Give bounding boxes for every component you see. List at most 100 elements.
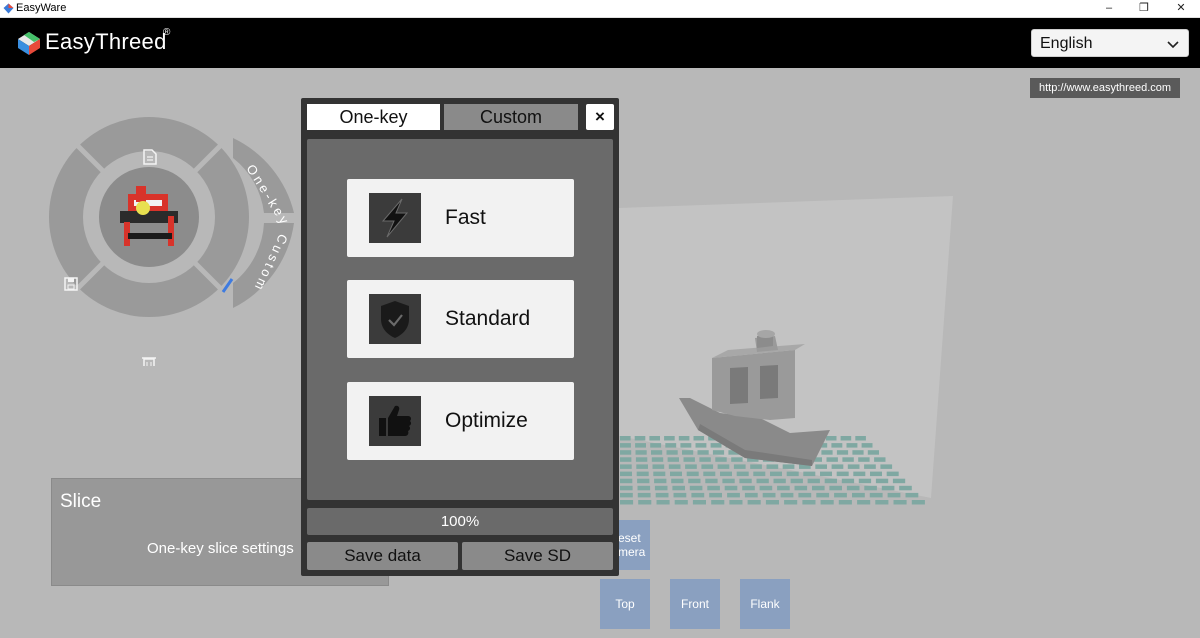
grid-tile [701, 464, 714, 469]
minimize-button[interactable]: – [1091, 0, 1127, 18]
front-view-button[interactable]: Front [670, 579, 720, 629]
grid-tile [620, 471, 632, 477]
grid-tile [651, 457, 664, 462]
grid-tile [736, 471, 749, 477]
shield-check-icon [369, 294, 421, 344]
trash-icon[interactable] [142, 357, 156, 366]
language-select[interactable]: English [1031, 29, 1189, 57]
grid-tile [861, 443, 873, 448]
grid-tile [846, 485, 860, 491]
grid-tile [656, 500, 670, 505]
grid-tile [683, 457, 695, 462]
reset-camera-label-1: eset [618, 531, 641, 545]
brand-name: EasyThreed [45, 29, 167, 54]
website-url-badge[interactable]: http://www.easythreed.com [1030, 78, 1180, 98]
radial-tabs: One-key Custom [233, 138, 294, 308]
grid-tile [881, 485, 895, 491]
grid-tile [674, 500, 688, 505]
language-select-value: English [1040, 35, 1093, 52]
app-icon [3, 3, 14, 14]
grid-tile [831, 443, 843, 448]
grid-tile [846, 443, 858, 448]
grid-tile [777, 485, 790, 491]
grid-tile [824, 478, 837, 484]
grid-tile [620, 457, 632, 462]
grid-tile [637, 478, 650, 484]
grid-tile [653, 471, 666, 477]
grid-tile [693, 436, 705, 441]
grid-tile [707, 485, 720, 491]
grid-tile [670, 471, 682, 477]
save-sd-button[interactable]: Save SD [462, 542, 613, 570]
grid-tile [841, 478, 855, 484]
grid-tile [820, 471, 832, 477]
restore-button[interactable]: ❐ [1126, 0, 1162, 18]
grid-tile [744, 492, 758, 498]
grid-tile [821, 450, 833, 455]
grid-tile [826, 457, 838, 462]
grid-tile [770, 471, 782, 477]
standard-mode-button[interactable]: Standard [347, 280, 574, 358]
grid-tile [852, 492, 865, 498]
grid-tile [697, 450, 709, 455]
fast-mode-button[interactable]: Fast [347, 179, 574, 257]
grid-tile [731, 457, 743, 462]
grid-tile [855, 436, 866, 441]
grid-tile [722, 478, 735, 484]
grid-tile [790, 478, 803, 484]
grid-tile [720, 471, 732, 477]
grid-tile [651, 450, 663, 455]
grid-tile [766, 464, 779, 469]
flank-view-button[interactable]: Flank [740, 579, 790, 629]
grid-tile [620, 492, 633, 498]
grid-tile [893, 500, 907, 505]
grid-tile [711, 500, 725, 505]
grid-tile [892, 478, 906, 484]
grid-tile [867, 450, 879, 455]
grid-tile [652, 464, 665, 469]
grid-tile [638, 500, 652, 505]
save-data-button[interactable]: Save data [307, 542, 458, 570]
grid-tile [672, 485, 685, 491]
grid-tile [705, 478, 718, 484]
grid-tile [840, 436, 852, 441]
grid-tile [875, 500, 889, 505]
grid-tile [750, 464, 762, 469]
grid-tile [729, 500, 743, 505]
close-window-button[interactable]: ✕ [1163, 0, 1199, 18]
app-header: EasyThreed ® English [0, 18, 1200, 68]
grid-tile [853, 471, 866, 477]
lightning-icon [369, 193, 421, 243]
grid-tile [857, 500, 871, 505]
grid-tile [886, 471, 899, 477]
grid-tile [759, 485, 773, 491]
grid-tile [780, 492, 794, 498]
grid-tile [880, 464, 893, 469]
optimize-mode-button[interactable]: Optimize [347, 382, 574, 460]
grid-tile [762, 492, 776, 498]
grid-tile [635, 450, 647, 455]
close-dialog-button[interactable]: × [586, 104, 614, 130]
tab-onekey[interactable]: One-key [307, 104, 440, 130]
grid-tile [829, 485, 842, 491]
grid-tile [620, 500, 634, 505]
progress-bar: 100% [307, 508, 613, 535]
top-view-button[interactable]: Top [600, 579, 650, 629]
grid-tile [620, 450, 632, 455]
grid-tile [739, 478, 752, 484]
grid-tile [678, 436, 690, 441]
grid-tile [733, 464, 746, 469]
grid-tile [689, 485, 703, 491]
grid-tile [905, 492, 919, 498]
grid-tile [712, 450, 725, 455]
grid-tile [673, 492, 687, 498]
grid-tile [668, 464, 681, 469]
grid-tile [635, 457, 648, 462]
grid-tile [620, 485, 633, 491]
grid-tile [637, 492, 651, 498]
grid-tile [686, 471, 699, 477]
grid-tile [834, 492, 847, 498]
grid-tile [727, 492, 740, 498]
tab-custom[interactable]: Custom [444, 104, 578, 130]
grid-tile [803, 471, 816, 477]
